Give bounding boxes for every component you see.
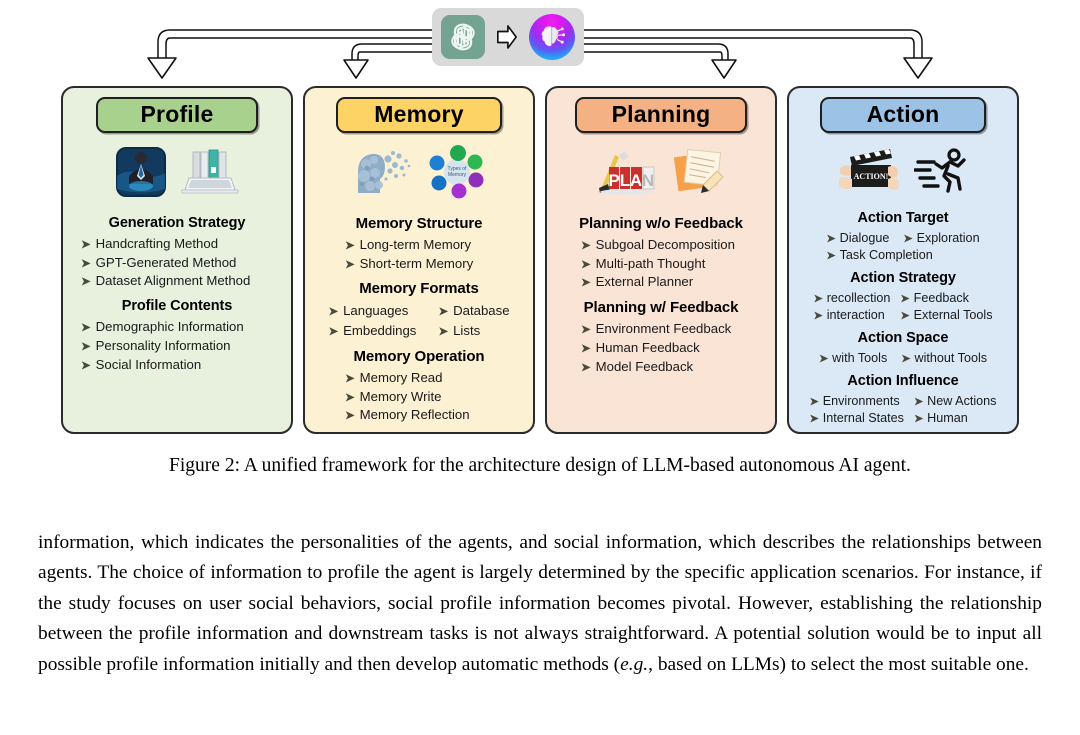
list-item: ➤ interaction	[813, 307, 885, 322]
framework-panels: Profile Generation Strategy ➤ Handcrafti…	[0, 86, 1080, 434]
list-item: ➤ Long-term Memory	[345, 237, 472, 252]
panel-title-action: Action	[820, 97, 986, 133]
section-title: Generation Strategy	[108, 215, 246, 231]
list-item: ➤ Environment Feedback	[581, 321, 732, 337]
dispersing-head-icon	[358, 151, 411, 193]
figure-caption: Figure 2: A unified framework for the ar…	[169, 455, 911, 476]
panel-action: Action ACTION! Action Target ➤ Dialogue …	[787, 86, 1019, 434]
body-paragraph: information, which indicates the persona…	[38, 528, 1042, 680]
bullet-grid: ➤ recollection ➤ Feedback ➤ interaction ➤ Ex…	[797, 290, 1009, 323]
list-item: ➤ Model Feedback	[581, 358, 694, 374]
figure-2: Profile Generation Strategy ➤ Handcrafti…	[0, 0, 1080, 476]
ai-brain-icon	[529, 14, 575, 60]
section-title: Memory Formats	[359, 280, 479, 298]
notes-pencil-icon	[673, 148, 724, 193]
businessman-photo-icon	[116, 147, 166, 197]
types-of-memory-diagram-icon: Types of Memory	[429, 145, 484, 199]
list-item: ➤ Short-term Memory	[345, 255, 474, 271]
body-text-part2: , based on LLMs) to select the most suit…	[648, 653, 1029, 675]
memory-icon-strip: Types of Memory	[313, 139, 525, 205]
laptop-binders-icon	[181, 149, 239, 194]
panel-planning: Planning P L A N Planning w/o Feedback ➤…	[545, 86, 777, 434]
planning-icon-strip: P L A N	[555, 139, 767, 205]
bullet-list: ➤ Environment Feedback ➤ Human Feedback ➤ M…	[555, 320, 767, 376]
list-item: ➤ Memory Read	[345, 369, 443, 385]
list-item: ➤ Languages	[328, 303, 409, 319]
bullet-list: ➤ Memory Read ➤ Memory Write ➤ Memory Refle…	[313, 369, 525, 425]
section-title: Action Space	[857, 329, 949, 346]
panel-profile: Profile Generation Strategy ➤ Handcrafti…	[61, 86, 293, 434]
clapperboard-action-icon: ACTION!	[839, 148, 899, 190]
section-title: Action Influence	[847, 373, 959, 390]
llm-to-agent-logo-block	[432, 8, 584, 66]
section-title: Memory Operation	[353, 347, 485, 365]
panel-title-memory: Memory	[336, 97, 502, 133]
svg-text:L: L	[620, 171, 630, 190]
section-title: Planning w/o Feedback	[579, 215, 743, 232]
bullet-grid: ➤ Environments ➤ New Actions ➤ Internal Sta…	[797, 393, 1009, 426]
panel-title-planning: Planning	[575, 97, 747, 133]
list-item: ➤ Multi-path Thought	[581, 255, 706, 271]
profile-icon-strip	[71, 139, 283, 205]
list-item: ➤ Social Information	[81, 356, 202, 372]
list-item: ➤ Personality Information	[81, 337, 231, 353]
body-text-italic: e.g.	[620, 653, 649, 675]
bullet-grid: ➤ Dialogue ➤ Exploration ➤ Task Completion	[797, 230, 1009, 263]
openai-logo-icon	[441, 15, 485, 59]
svg-text:N: N	[642, 171, 654, 190]
right-arrow-icon	[497, 25, 517, 49]
bullet-list: ➤ Subgoal Decomposition ➤ Multi-path Thoug…	[555, 236, 767, 292]
list-item: ➤ Human Feedback	[581, 339, 700, 355]
list-item: ➤ without Tools	[901, 350, 988, 365]
list-item: ➤ Memory Reflection	[345, 407, 470, 423]
section-title: Planning w/ Feedback	[583, 299, 739, 317]
plan-blocks-icon: P L A N	[599, 151, 655, 195]
list-item: ➤ External Tools	[900, 307, 993, 322]
list-item: ➤ Human	[913, 410, 968, 425]
running-person-icon	[914, 148, 966, 193]
svg-text:Memory: Memory	[448, 172, 467, 178]
list-item: ➤ Lists	[438, 323, 481, 339]
list-item: ➤ Environments	[809, 394, 900, 409]
list-item: ➤ Handcrafting Method	[81, 236, 219, 251]
list-item: ➤ Dialogue	[826, 231, 890, 246]
list-item: ➤ recollection	[813, 291, 891, 306]
list-item: ➤ Embeddings	[328, 323, 417, 339]
bullet-list: ➤ Long-term Memory ➤ Short-term Memory	[313, 236, 525, 273]
list-item: ➤ Demographic Information	[81, 319, 244, 335]
bullet-list: ➤ Demographic Information ➤ Personality In…	[71, 318, 283, 374]
bullet-grid: ➤ Languages ➤ Database ➤ Embeddings ➤ Lists	[313, 301, 525, 340]
list-item: ➤ Feedback	[900, 291, 969, 306]
section-title: Action Strategy	[850, 270, 956, 287]
section-title: Action Target	[857, 210, 949, 227]
svg-text:ACTION!: ACTION!	[854, 172, 889, 181]
list-item: ➤ Database	[438, 303, 510, 319]
bullet-list: ➤ Handcrafting Method ➤ GPT-Generated Meth…	[71, 235, 283, 291]
list-item: ➤ Subgoal Decomposition	[581, 237, 735, 252]
list-item: ➤ External Planner	[581, 274, 694, 290]
list-item: ➤ Internal States	[809, 410, 904, 425]
section-title: Profile Contents	[121, 298, 233, 315]
panel-title-profile: Profile	[96, 97, 258, 133]
svg-text:A: A	[630, 171, 642, 190]
panel-memory: Memory Types of Memory Memory Structure …	[303, 86, 535, 434]
list-item: ➤ Dataset Alignment Method	[81, 273, 251, 289]
list-item: ➤ Task Completion	[826, 247, 933, 262]
list-item: ➤ New Actions	[913, 394, 997, 409]
list-item: ➤ Memory Write	[345, 388, 442, 404]
svg-text:P: P	[608, 171, 619, 190]
action-icon-strip: ACTION!	[797, 139, 1009, 200]
section-title: Memory Structure	[355, 215, 483, 232]
list-item: ➤ with Tools	[818, 350, 888, 365]
list-item: ➤ Exploration	[903, 231, 980, 246]
list-item: ➤ GPT-Generated Method	[81, 254, 237, 270]
bullet-grid: ➤ with Tools ➤ without Tools	[797, 350, 1009, 366]
